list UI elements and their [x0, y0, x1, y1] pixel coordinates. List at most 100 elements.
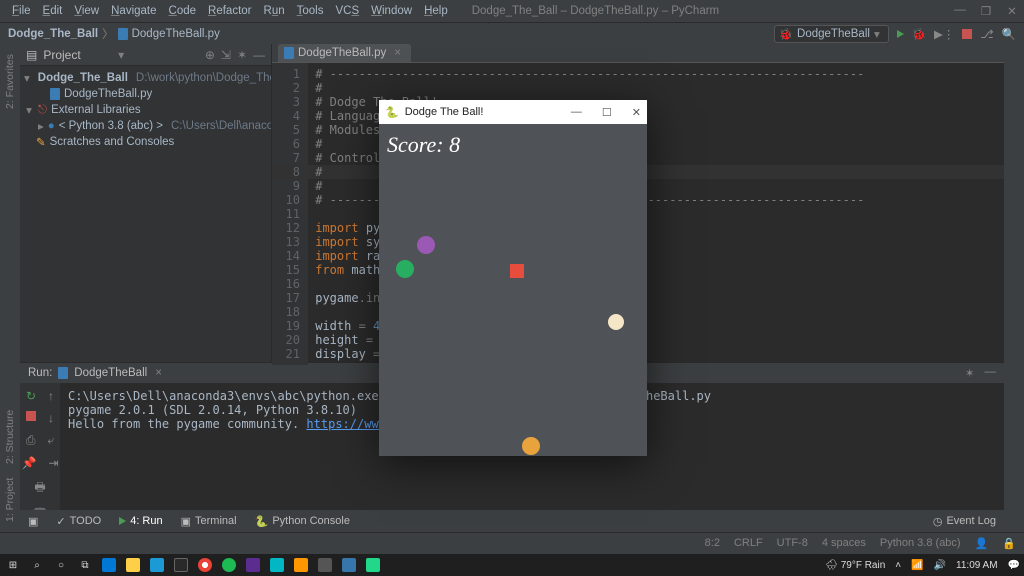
wrap-icon[interactable]: ⤶ — [47, 433, 54, 448]
tab-close-icon[interactable]: × — [394, 47, 401, 59]
tree-scratches[interactable]: Scratches and Consoles — [50, 136, 175, 148]
status-lock-icon[interactable]: 🔒 — [1002, 537, 1016, 550]
menu-bar: File Edit View Navigate Code Refactor Ru… — [0, 0, 1024, 22]
cortana-icon[interactable]: ○ — [52, 556, 70, 574]
pygame-window[interactable]: 🐍 Dodge The Ball! — ☐ ✕ Score: 8 — [379, 100, 647, 456]
down-icon[interactable]: ↓ — [48, 411, 54, 425]
tab-close-icon[interactable]: × — [155, 367, 162, 379]
tray-chevron-icon[interactable]: ˄ — [895, 560, 901, 571]
collapse-icon[interactable]: ⇲ — [221, 48, 231, 62]
tree-file[interactable]: DodgeTheBall.py — [64, 88, 152, 100]
weather-widget[interactable]: 🌧 79°F Rain — [825, 560, 885, 571]
close-icon[interactable]: ✕ — [1006, 4, 1018, 18]
hide-icon[interactable]: — — [985, 366, 997, 380]
app-photos[interactable] — [268, 556, 286, 574]
status-crlf[interactable]: CRLF — [734, 537, 763, 550]
run-button[interactable] — [897, 30, 904, 38]
project-view-icon[interactable]: ▤ — [26, 48, 37, 62]
scroll-icon[interactable]: ⇥ — [48, 456, 58, 470]
print-icon[interactable]: 🖶 — [34, 478, 45, 499]
settings-icon[interactable]: ✶ — [237, 48, 247, 62]
menu-vcs[interactable]: VCS — [329, 5, 365, 17]
app-edge[interactable] — [148, 556, 166, 574]
debug-button[interactable]: 🐞 — [912, 27, 926, 41]
menu-window[interactable]: Window — [365, 5, 418, 17]
app-cmd[interactable] — [316, 556, 334, 574]
project-tree[interactable]: ▾ Dodge_The_Ball D:\work\python\Dodge_Th… — [20, 66, 271, 154]
project-root[interactable]: Dodge_The_Ball — [38, 72, 128, 84]
tw-run[interactable]: 4: Run — [119, 515, 162, 527]
up-icon[interactable]: ↑ — [48, 389, 54, 403]
breadcrumb-file[interactable]: DodgeTheBall.py — [132, 28, 220, 40]
rail-favorites[interactable]: 2: Favorites — [4, 54, 16, 109]
maximize-icon[interactable]: ❐ — [980, 4, 992, 18]
app-chrome[interactable] — [196, 556, 214, 574]
minimize-icon[interactable]: — — [571, 106, 582, 119]
menu-edit[interactable]: Edit — [37, 5, 69, 17]
stop-icon[interactable] — [26, 411, 36, 421]
status-inspect-icon[interactable]: 👤 — [975, 537, 989, 550]
start-button[interactable]: ⊞ — [4, 556, 22, 574]
app-store[interactable] — [172, 556, 190, 574]
run-config-selector[interactable]: 🐞 DodgeTheBall ▾ — [774, 25, 889, 43]
run-tool-config[interactable]: DodgeTheBall — [74, 367, 147, 379]
line-gutter: 123456789101112131415161718192021 — [272, 63, 308, 365]
menu-navigate[interactable]: Navigate — [105, 5, 162, 17]
menu-code[interactable]: Code — [163, 5, 203, 17]
rail-project[interactable]: 1: Project — [4, 478, 16, 522]
status-python[interactable]: Python 3.8 (abc) — [880, 537, 961, 550]
app-sublime[interactable] — [292, 556, 310, 574]
tray-volume-icon[interactable]: 🔊 — [934, 560, 946, 571]
breadcrumb-root[interactable]: Dodge_The_Ball — [8, 28, 98, 40]
search-everywhere-icon[interactable]: 🔍 — [1002, 27, 1016, 41]
tw-todo[interactable]: ✓ TODO — [56, 515, 101, 528]
app-vs[interactable] — [244, 556, 262, 574]
app-pycharm[interactable] — [364, 556, 382, 574]
tw-python-console[interactable]: 🐍 Python Console — [255, 515, 350, 528]
editor-tab[interactable]: DodgeTheBall.py × — [278, 44, 411, 62]
app-spotify[interactable] — [220, 556, 238, 574]
menu-file[interactable]: File — [6, 5, 37, 17]
pin-icon[interactable]: 📌 — [21, 456, 36, 470]
rerun-icon[interactable]: ↻ — [26, 389, 36, 403]
app-explorer[interactable] — [124, 556, 142, 574]
python-file-icon — [284, 47, 294, 59]
taskview-icon[interactable]: ⧉ — [76, 556, 94, 574]
tw-sidebar-icon[interactable]: ▣ — [28, 515, 38, 528]
menu-tools[interactable]: Tools — [291, 5, 330, 17]
enemy-ball — [417, 236, 435, 254]
chevron-down-icon[interactable]: ▾ — [118, 48, 124, 62]
tree-python-env[interactable]: < Python 3.8 (abc) > — [59, 120, 163, 132]
layout-icon[interactable]: ⎙ — [26, 433, 36, 448]
locate-icon[interactable]: ⊕ — [205, 48, 215, 62]
app-mail[interactable] — [100, 556, 118, 574]
project-header-label[interactable]: Project — [43, 48, 112, 62]
pygame-titlebar[interactable]: 🐍 Dodge The Ball! — ☐ ✕ — [379, 100, 647, 124]
stop-button[interactable] — [962, 29, 972, 39]
maximize-icon[interactable]: ☐ — [602, 106, 612, 119]
editor-tabs: DodgeTheBall.py × — [272, 44, 1004, 63]
tw-terminal[interactable]: ▣ Terminal — [181, 515, 237, 528]
run-coverage-button[interactable]: ▶⋮ — [934, 27, 954, 41]
tray-wifi-icon[interactable]: 📶 — [911, 560, 923, 571]
minimize-icon[interactable]: — — [954, 4, 966, 18]
tw-event-log[interactable]: ◷ Event Log — [933, 515, 996, 528]
app-python[interactable] — [340, 556, 358, 574]
hide-icon[interactable]: — — [253, 48, 265, 62]
tray-notifications-icon[interactable]: 💬 — [1008, 560, 1020, 571]
tray-clock[interactable]: 11:09 AM — [956, 560, 998, 571]
tree-external-libraries[interactable]: External Libraries — [51, 104, 140, 116]
gear-icon[interactable]: ✶ — [965, 366, 975, 380]
vcs-button[interactable]: ⎇ — [980, 27, 993, 41]
rail-structure[interactable]: 2: Structure — [4, 409, 16, 463]
menu-run[interactable]: Run — [258, 5, 291, 17]
search-icon[interactable]: ⌕ — [28, 556, 46, 574]
status-pos[interactable]: 8:2 — [705, 537, 720, 550]
menu-refactor[interactable]: Refactor — [202, 5, 257, 17]
status-indent[interactable]: 4 spaces — [822, 537, 866, 550]
menu-view[interactable]: View — [68, 5, 105, 17]
status-enc[interactable]: UTF-8 — [777, 537, 808, 550]
menu-help[interactable]: Help — [418, 5, 454, 17]
pygame-canvas[interactable]: Score: 8 — [379, 124, 647, 456]
close-icon[interactable]: ✕ — [632, 106, 641, 119]
